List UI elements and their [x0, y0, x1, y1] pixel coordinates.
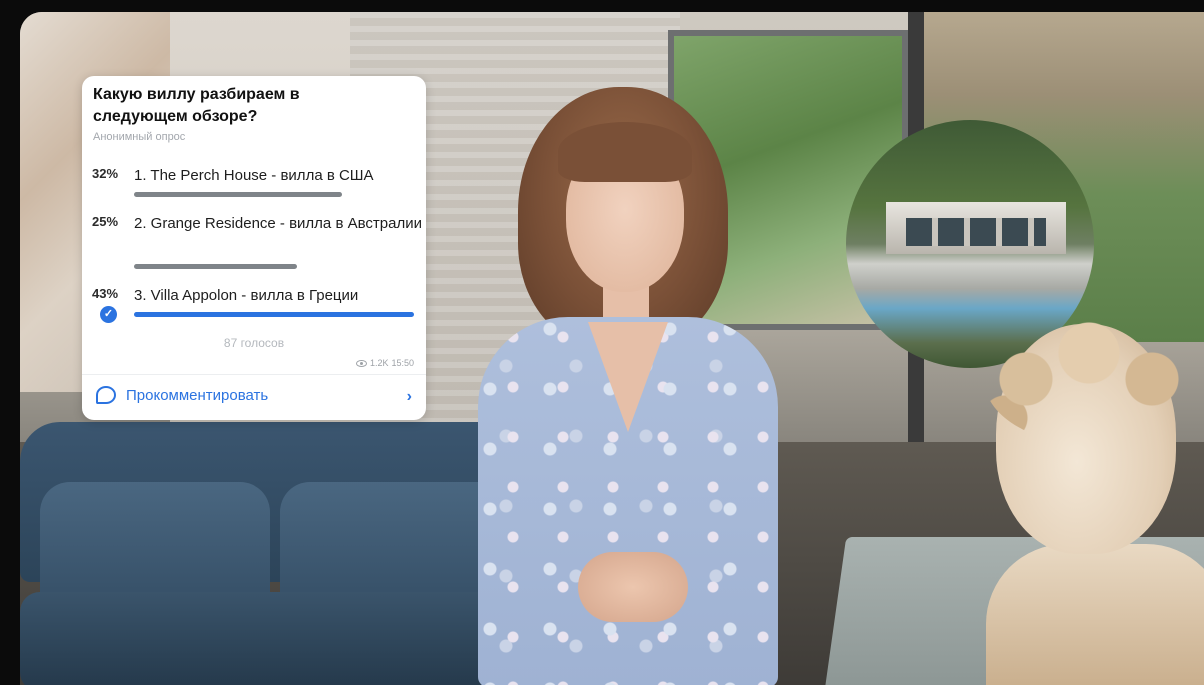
comment-bubble-icon: [96, 386, 116, 404]
eye-icon: [355, 359, 367, 367]
presenter: [458, 82, 798, 685]
chevron-right-icon[interactable]: ›: [407, 388, 412, 406]
poll-option-bar: [134, 312, 414, 317]
bust-curls: [984, 314, 1194, 444]
poll-question: Какую виллу разбираем в следующем обзоре…: [93, 86, 300, 125]
poll-option-bar-fill: [134, 192, 343, 197]
bust-shoulders: [986, 544, 1204, 685]
post-time: 15:50: [391, 358, 414, 368]
comment-button[interactable]: Прокомментировать: [96, 386, 268, 404]
selected-check-icon: ✓: [100, 306, 117, 323]
poll-vote-count: 87 голосов: [223, 336, 285, 350]
apollo-bust: [966, 314, 1204, 685]
divider: [82, 374, 426, 375]
poll-option-label: 3. Villa Appolon - вилла в Греции: [134, 287, 359, 304]
poll-option-label: 1. The Perch House - вилла в США: [134, 167, 374, 184]
presenter-hands: [578, 552, 688, 622]
poll-type-label: Анонимный опрос: [93, 131, 186, 143]
poll-meta: 1.2K 15:50: [355, 358, 414, 368]
poll-option-bar-fill: [134, 312, 414, 317]
presenter-bangs: [558, 122, 692, 182]
poll-card: Какую виллу разбираем в следующем обзоре…: [82, 76, 426, 420]
views-count: 1.2K: [369, 358, 389, 368]
dress-neckline: [588, 322, 668, 432]
poll-option-bar: [134, 192, 414, 197]
villa-house: [886, 202, 1066, 254]
poll-option-percent: 43%: [92, 286, 119, 301]
poll-option-bar: [134, 264, 414, 269]
poll-option-label: 2. Grange Residence - вилла в Австралии: [134, 215, 422, 232]
poll-option-bar-fill: [134, 264, 297, 269]
poll-option-percent: 32%: [92, 166, 119, 181]
comment-label: Прокомментировать: [126, 386, 269, 404]
poll-option-percent: 25%: [92, 214, 119, 229]
